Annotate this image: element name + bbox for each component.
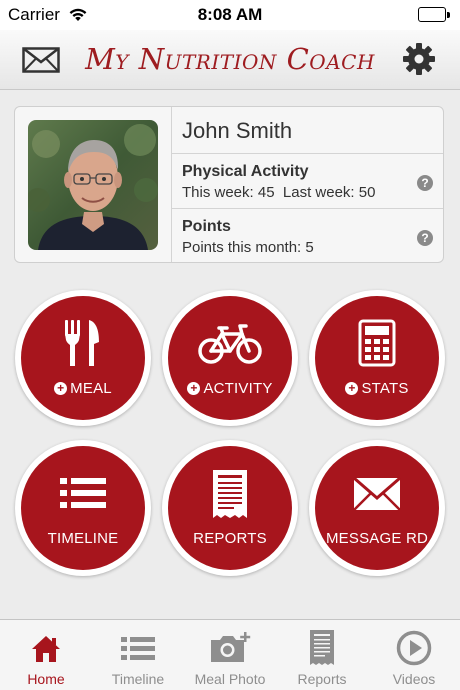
stats-label: STATS [361, 380, 409, 397]
profile-card: John Smith Physical Activity This week: … [14, 106, 444, 263]
points-row[interactable]: Points Points this month: 5 ? [172, 208, 443, 262]
timeline-label: TIMELINE [47, 530, 119, 547]
message-rd-label: MESSAGE RD [325, 530, 429, 547]
tab-meal-photo-label: Meal Photo [194, 671, 266, 687]
tab-reports[interactable]: Reports [276, 620, 368, 690]
plus-icon: + [187, 382, 201, 395]
calculator-icon [358, 319, 396, 367]
add-activity-button[interactable]: + ACTIVITY [162, 290, 298, 426]
settings-button[interactable] [402, 42, 436, 76]
status-bar: Carrier 8:08 AM [0, 0, 460, 30]
tab-home-label: Home [27, 671, 65, 687]
activity-label: ACTIVITY [203, 380, 273, 397]
status-time: 8:08 AM [197, 5, 263, 24]
physical-activity-title: Physical Activity [182, 163, 309, 180]
profile-name: John Smith [182, 118, 293, 143]
play-icon [396, 630, 432, 666]
list-icon [60, 478, 106, 508]
tab-videos-label: Videos [392, 671, 436, 687]
tab-timeline-label: Timeline [111, 671, 165, 687]
home-icon [32, 636, 60, 662]
add-stats-button[interactable]: + STATS [309, 290, 445, 426]
add-meal-button[interactable]: + MEAL [15, 290, 151, 426]
report-icon [213, 470, 247, 518]
gear-icon [403, 43, 435, 75]
profile-photo-cell [15, 107, 172, 262]
tab-home[interactable]: Home [0, 620, 92, 690]
fork-knife-icon [65, 320, 99, 366]
activity-help-icon[interactable]: ? [417, 175, 433, 191]
reports-label: REPORTS [193, 530, 267, 547]
tab-timeline[interactable]: Timeline [92, 620, 184, 690]
message-rd-button[interactable]: MESSAGE RD [309, 440, 445, 576]
points-value: Points this month: 5 [182, 239, 314, 256]
battery-icon [418, 7, 450, 22]
timeline-button[interactable]: TIMELINE [15, 440, 151, 576]
points-title: Points [182, 218, 231, 235]
physical-activity-row[interactable]: Physical Activity This week: 45 Last wee… [172, 153, 443, 208]
bicycle-icon [198, 324, 262, 364]
report-icon [310, 630, 334, 665]
tab-videos[interactable]: Videos [368, 620, 460, 690]
reports-button[interactable]: REPORTS [162, 440, 298, 576]
points-help-icon[interactable]: ? [417, 230, 433, 246]
app-title: My Nutrition Coach [85, 42, 375, 76]
this-week-value: This week: 45 [182, 184, 275, 201]
physical-activity-values: This week: 45 Last week: 50 [182, 184, 375, 201]
list-icon [121, 637, 155, 660]
envelope-icon [353, 476, 401, 511]
tab-meal-photo[interactable]: Meal Photo [184, 620, 276, 690]
tab-reports-label: Reports [297, 671, 347, 687]
avatar[interactable] [28, 120, 158, 250]
nav-bar: My Nutrition Coach [0, 30, 460, 90]
plus-icon: + [345, 382, 359, 395]
meal-label: MEAL [70, 380, 112, 397]
camera-icon [211, 632, 251, 662]
plus-icon: + [54, 382, 68, 395]
last-week-value: Last week: 50 [282, 184, 376, 201]
tab-bar: Home Timeline Meal Photo Reports Videos [0, 619, 460, 690]
